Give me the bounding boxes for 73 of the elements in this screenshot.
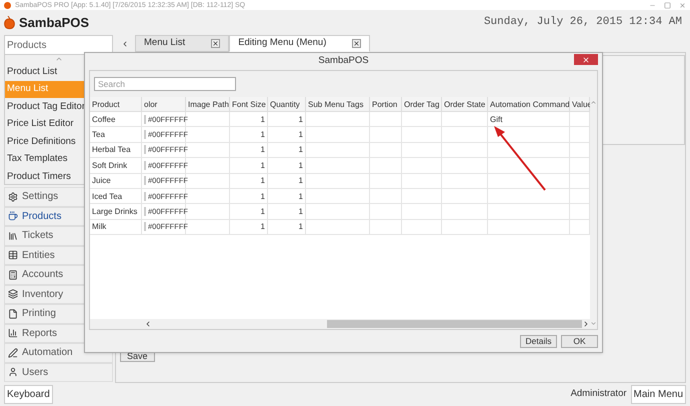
table-cell: 1 <box>268 188 306 204</box>
table-cell: 1 <box>268 112 306 126</box>
annotation-arrow <box>493 125 547 192</box>
table-cell: 1 <box>230 112 268 126</box>
document-icon <box>8 308 18 319</box>
pen-icon <box>8 348 18 358</box>
table-cell: 1 <box>230 220 268 234</box>
table-cell: 1 <box>230 174 268 188</box>
table-cell: Iced Tea <box>90 188 142 204</box>
collapse-icon[interactable] <box>121 40 129 48</box>
column-header[interactable]: Automation Command <box>488 97 570 111</box>
column-header[interactable]: Image Path <box>186 97 230 111</box>
column-header[interactable]: Font Size <box>230 97 268 111</box>
table-cell: Soft Drink <box>90 158 142 173</box>
table-cell: Juice <box>90 174 142 188</box>
dialog-button[interactable]: Details <box>520 334 557 348</box>
table-cell: 1 <box>268 158 306 173</box>
table-icon <box>8 250 18 260</box>
logo-icon <box>4 16 15 30</box>
table-cell: 1 <box>230 127 268 142</box>
column-header[interactable]: Quantity <box>268 97 306 111</box>
close-button[interactable] <box>574 54 598 65</box>
table-cell: Herbal Tea <box>90 142 142 158</box>
table-cell: 1 <box>230 204 268 219</box>
bar-chart-icon <box>8 328 18 338</box>
tab[interactable]: Editing Menu (Menu) <box>229 35 370 52</box>
column-header[interactable]: Order State <box>442 97 488 111</box>
books-icon <box>8 230 18 241</box>
table-cell: 1 <box>268 142 306 158</box>
tab[interactable]: Menu List <box>135 35 230 52</box>
column-header[interactable]: olor <box>142 97 186 111</box>
scroll-right-icon[interactable] <box>582 320 590 328</box>
close-tab-icon[interactable] <box>211 39 220 48</box>
scroll-up-icon[interactable] <box>54 55 62 63</box>
dialog-title: SambaPOS <box>318 54 369 68</box>
column-header[interactable]: Order Tag <box>402 97 442 111</box>
gear-icon <box>8 192 18 202</box>
column-header[interactable]: Sub Menu Tags <box>306 97 370 111</box>
column-header[interactable]: Portion <box>370 97 402 111</box>
table-cell: 1 <box>230 142 268 158</box>
table-cell: Gift <box>488 112 570 126</box>
table-cell: 1 <box>268 127 306 142</box>
logo-text: SambaPOS <box>19 14 90 32</box>
cup-icon <box>8 211 18 222</box>
table-cell: Coffee <box>90 112 142 126</box>
app-icon <box>4 2 11 8</box>
table-cell: 1 <box>230 158 268 173</box>
calculator-icon <box>8 270 18 280</box>
table-cell: Milk <box>90 220 142 234</box>
table-cell: 1 <box>268 220 306 234</box>
scroll-up-icon[interactable] <box>590 99 597 106</box>
keyboard-button[interactable]: Keyboard <box>4 385 53 404</box>
scroll-left-icon[interactable] <box>144 320 152 328</box>
dialog-button[interactable]: OK <box>561 334 598 348</box>
column-header[interactable]: Product <box>90 97 142 111</box>
main-menu-button[interactable]: Main Menu <box>630 385 686 404</box>
table-cell: Large Drinks <box>90 204 142 219</box>
table-cell: 1 <box>268 204 306 219</box>
sidebar-title: Products <box>7 38 46 52</box>
table-cell: 1 <box>230 188 268 204</box>
close-tab-icon[interactable] <box>352 39 362 48</box>
user-name: Administrator <box>570 387 627 402</box>
close-icon[interactable] <box>679 2 686 8</box>
user-icon <box>8 367 18 378</box>
scrollbar-thumb[interactable] <box>327 320 582 328</box>
search-field[interactable]: Search <box>94 77 236 91</box>
clock: Sunday, July 26, 2015 12:34 AM <box>484 15 682 30</box>
layers-icon <box>8 289 18 300</box>
maximize-icon[interactable] <box>664 2 671 8</box>
table-cell: 1 <box>268 174 306 188</box>
table-cell: Tea <box>90 127 142 142</box>
module-button[interactable]: Users <box>4 362 113 382</box>
close-icon <box>582 56 590 64</box>
